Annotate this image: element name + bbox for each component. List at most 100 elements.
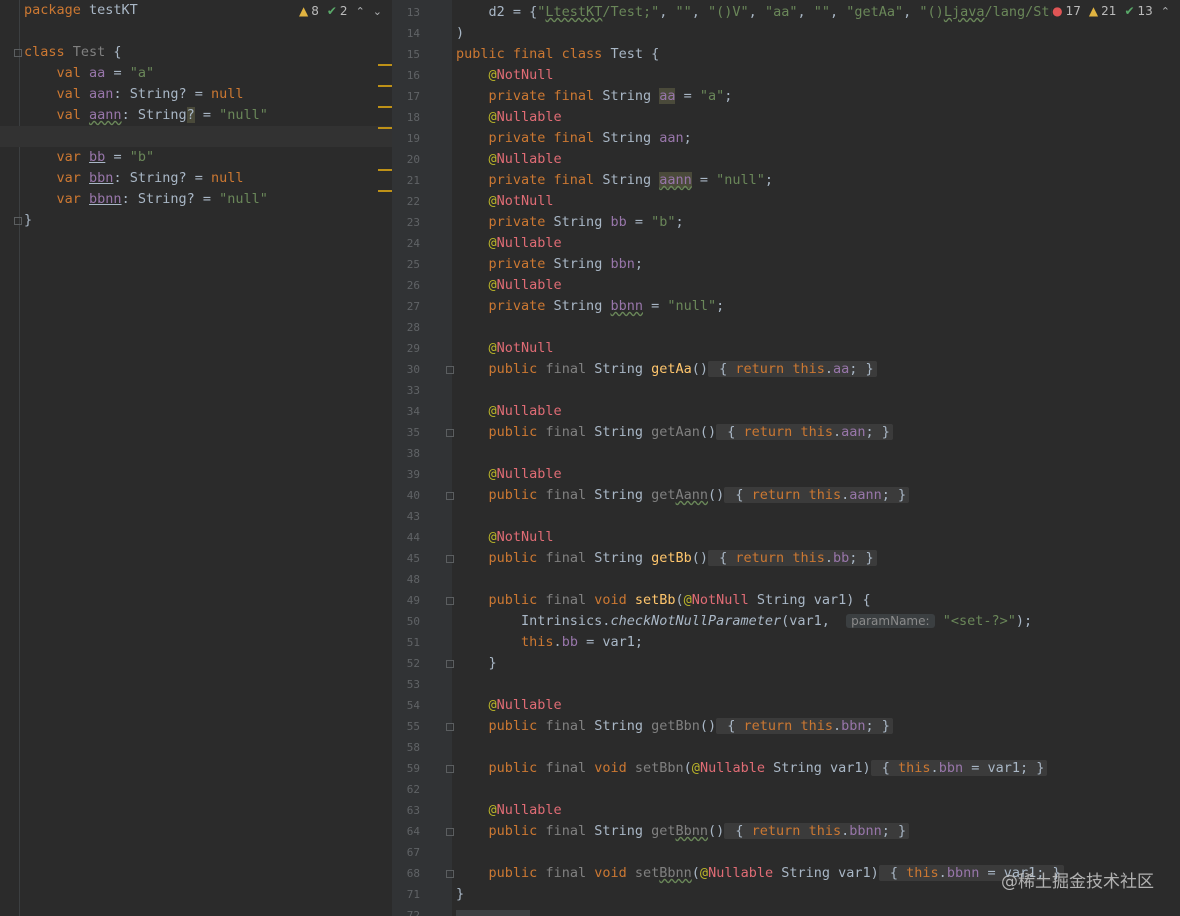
code-text[interactable]: private String bbn; — [456, 256, 643, 272]
code-text[interactable]: public final void setBb(@NotNull String … — [456, 592, 871, 608]
code-text[interactable]: @NotNull — [456, 193, 554, 209]
code-line[interactable]: val aann: String? = "null" — [0, 105, 392, 126]
fold-marker-icon[interactable] — [446, 870, 454, 878]
code-line[interactable]: 20 @Nullable — [392, 149, 1180, 170]
code-text[interactable]: @Nullable — [456, 802, 562, 818]
right-errors[interactable]: ● 17 — [1052, 4, 1081, 18]
fold-marker-icon[interactable] — [14, 217, 22, 225]
code-text[interactable]: this.bb = var1; — [456, 634, 643, 650]
code-line[interactable]: 15 public final class Test { — [392, 44, 1180, 65]
left-warnings[interactable]: ▲ 8 — [299, 4, 319, 18]
right-checks[interactable]: ✔ 13 — [1124, 4, 1152, 18]
fold-marker-icon[interactable] — [446, 828, 454, 836]
chevron-up-icon[interactable]: ⌃ — [1161, 5, 1170, 18]
code-line[interactable]: val aan: String? = null — [0, 84, 392, 105]
fold-marker-icon[interactable] — [14, 49, 22, 57]
code-text[interactable]: @Nullable — [456, 466, 562, 482]
fold-marker-icon[interactable] — [446, 765, 454, 773]
fold-marker-icon[interactable] — [446, 555, 454, 563]
right-warnings[interactable]: ▲ 21 — [1089, 4, 1117, 18]
code-line[interactable]: 34 @Nullable — [392, 401, 1180, 422]
warning-marker[interactable] — [378, 106, 392, 108]
code-line[interactable]: 30 public final String getAa() { return … — [392, 359, 1180, 380]
code-text[interactable]: } — [456, 886, 464, 902]
code-text[interactable]: public final String getBbnn() { return t… — [456, 823, 910, 839]
code-line[interactable]: 43 — [392, 506, 1180, 527]
right-inspection-indicators[interactable]: ● 17 ▲ 21 ✔ 13 ⌃ — [1052, 2, 1180, 20]
fold-marker-icon[interactable] — [446, 597, 454, 605]
decompiled-java-pane[interactable]: 13 d2 = {"LtestKT/Test;", "", "()V", "aa… — [392, 0, 1180, 916]
fold-marker-icon[interactable] — [446, 723, 454, 731]
code-text[interactable]: @Nullable — [456, 235, 562, 251]
code-line[interactable]: 67 — [392, 842, 1180, 863]
code-line[interactable]: 18 @Nullable — [392, 107, 1180, 128]
code-line[interactable]: 19 private final String aan; — [392, 128, 1180, 149]
code-text[interactable]: d2 = {"LtestKT/Test;", "", "()V", "aa", … — [456, 4, 1058, 20]
code-line[interactable]: 55 public final String getBbn() { return… — [392, 716, 1180, 737]
code-text[interactable]: private final String aan; — [456, 130, 692, 146]
code-line[interactable]: var bbnn: String? = "null" — [0, 189, 392, 210]
code-text[interactable]: private final String aa = "a"; — [456, 88, 732, 104]
code-line[interactable]: 14) — [392, 23, 1180, 44]
code-line[interactable]: 17 private final String aa = "a"; — [392, 86, 1180, 107]
code-text[interactable]: private String bbnn = "null"; — [456, 298, 725, 314]
code-text[interactable]: @Nullable — [456, 277, 562, 293]
code-text[interactable]: @Nullable — [456, 403, 562, 419]
code-line[interactable] — [0, 21, 392, 42]
code-line[interactable]: 24 @Nullable — [392, 233, 1180, 254]
code-text[interactable]: public final String getBbn() { return th… — [456, 718, 893, 734]
code-text[interactable]: @NotNull — [456, 340, 554, 356]
code-line[interactable]: 39 @Nullable — [392, 464, 1180, 485]
code-line[interactable]: 16 @NotNull — [392, 65, 1180, 86]
scroll-thumb[interactable] — [456, 910, 530, 916]
code-line[interactable]: 52 } — [392, 653, 1180, 674]
code-line[interactable]: 40 public final String getAann() { retur… — [392, 485, 1180, 506]
warning-marker[interactable] — [378, 85, 392, 87]
code-line[interactable]: 48 — [392, 569, 1180, 590]
warning-marker[interactable] — [378, 64, 392, 66]
warning-marker[interactable] — [378, 190, 392, 192]
code-text[interactable]: } — [456, 655, 497, 671]
fold-marker-icon[interactable] — [446, 429, 454, 437]
fold-marker-icon[interactable] — [446, 366, 454, 374]
fold-marker-icon[interactable] — [446, 492, 454, 500]
warning-marker[interactable] — [378, 127, 392, 129]
code-text[interactable]: public final void setBbn(@Nullable Strin… — [456, 760, 1048, 776]
chevron-up-icon[interactable]: ⌃ — [356, 5, 365, 18]
code-line[interactable]: 29 @NotNull — [392, 338, 1180, 359]
code-line[interactable]: 28 — [392, 317, 1180, 338]
code-line[interactable]: 62 — [392, 779, 1180, 800]
code-line[interactable]: 51 this.bb = var1; — [392, 632, 1180, 653]
warning-marker[interactable] — [378, 169, 392, 171]
code-line[interactable]: 59 public final void setBbn(@Nullable St… — [392, 758, 1180, 779]
code-line[interactable]: 64 public final String getBbnn() { retur… — [392, 821, 1180, 842]
code-text[interactable]: public final class Test { — [456, 46, 659, 62]
code-text[interactable]: @NotNull — [456, 67, 554, 83]
code-line[interactable]: 38 — [392, 443, 1180, 464]
code-line[interactable]: 22 @NotNull — [392, 191, 1180, 212]
code-line[interactable]: 33 — [392, 380, 1180, 401]
code-line[interactable]: class Test { — [0, 42, 392, 63]
code-line[interactable]: var bb = "b" — [0, 147, 392, 168]
code-text[interactable]: Intrinsics.checkNotNullParameter(var1, p… — [456, 613, 1032, 629]
code-line[interactable]: 53 — [392, 674, 1180, 695]
code-line[interactable]: val aa = "a" — [0, 63, 392, 84]
chevron-down-icon[interactable]: ⌄ — [373, 5, 382, 18]
fold-marker-icon[interactable] — [446, 660, 454, 668]
code-line[interactable]: 54 @Nullable — [392, 695, 1180, 716]
code-line[interactable]: 49 public final void setBb(@NotNull Stri… — [392, 590, 1180, 611]
code-line[interactable]: 23 private String bb = "b"; — [392, 212, 1180, 233]
code-text[interactable]: public final String getAann() { return t… — [456, 487, 910, 503]
code-text[interactable]: private String bb = "b"; — [456, 214, 684, 230]
code-text[interactable]: @Nullable — [456, 697, 562, 713]
code-line[interactable]: 26 @Nullable — [392, 275, 1180, 296]
code-text[interactable]: @Nullable — [456, 109, 562, 125]
left-checks[interactable]: ✔ 2 — [327, 4, 348, 18]
code-line[interactable] — [0, 126, 392, 147]
code-line[interactable]: var bbn: String? = null — [0, 168, 392, 189]
code-text[interactable]: ) — [456, 25, 464, 41]
code-line[interactable]: 35 public final String getAan() { return… — [392, 422, 1180, 443]
left-inspection-indicators[interactable]: ▲ 8 ✔ 2 ⌃ ⌄ — [298, 2, 392, 20]
code-line[interactable]: } — [0, 210, 392, 231]
code-line[interactable]: 58 — [392, 737, 1180, 758]
